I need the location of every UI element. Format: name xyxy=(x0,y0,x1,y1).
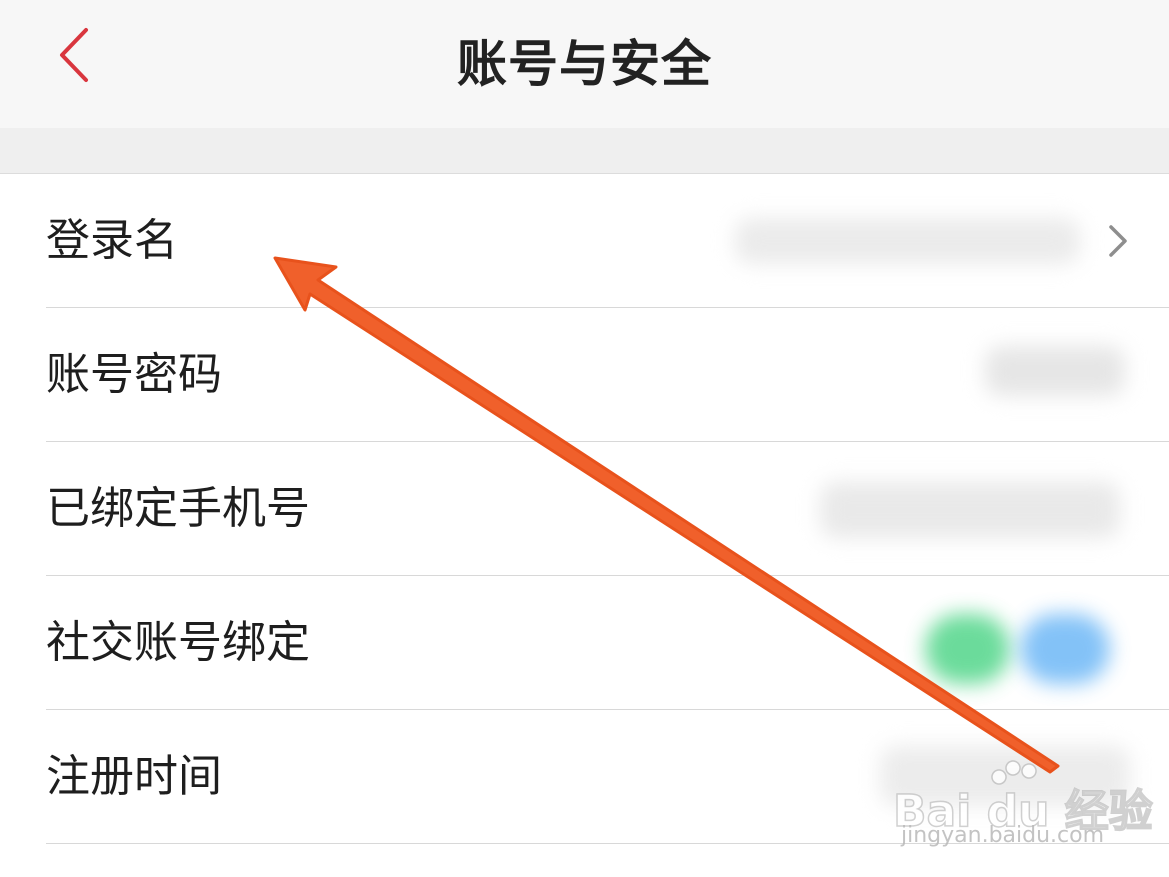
row-social-binding[interactable]: 社交账号绑定 xyxy=(0,576,1169,710)
section-gap xyxy=(0,128,1169,174)
blurred-value xyxy=(820,482,1120,538)
row-bound-phone[interactable]: 已绑定手机号 xyxy=(0,442,1169,576)
row-account-password[interactable]: 账号密码 xyxy=(0,308,1169,442)
social-blue-icon xyxy=(1020,614,1110,684)
blurred-value xyxy=(985,346,1125,396)
blurred-value xyxy=(735,218,1080,264)
row-label: 账号密码 xyxy=(46,349,222,400)
settings-list: 登录名 账号密码 已绑定手机号 社交账号绑定 注册时间 xyxy=(0,174,1169,844)
page-title: 账号与安全 xyxy=(457,35,712,93)
social-green-icon xyxy=(925,614,1010,684)
nav-bar: 账号与安全 xyxy=(0,0,1169,128)
chevron-right-icon xyxy=(1109,225,1127,257)
row-label: 已绑定手机号 xyxy=(46,483,310,534)
row-label: 社交账号绑定 xyxy=(46,617,310,668)
row-label: 注册时间 xyxy=(46,751,222,802)
watermark-url: jingyan.baidu.com xyxy=(901,823,1105,848)
row-login-name[interactable]: 登录名 xyxy=(0,174,1169,308)
row-label: 登录名 xyxy=(46,215,178,266)
baidu-watermark: Bai du 经验 jingyan.baidu.com xyxy=(892,757,1163,857)
